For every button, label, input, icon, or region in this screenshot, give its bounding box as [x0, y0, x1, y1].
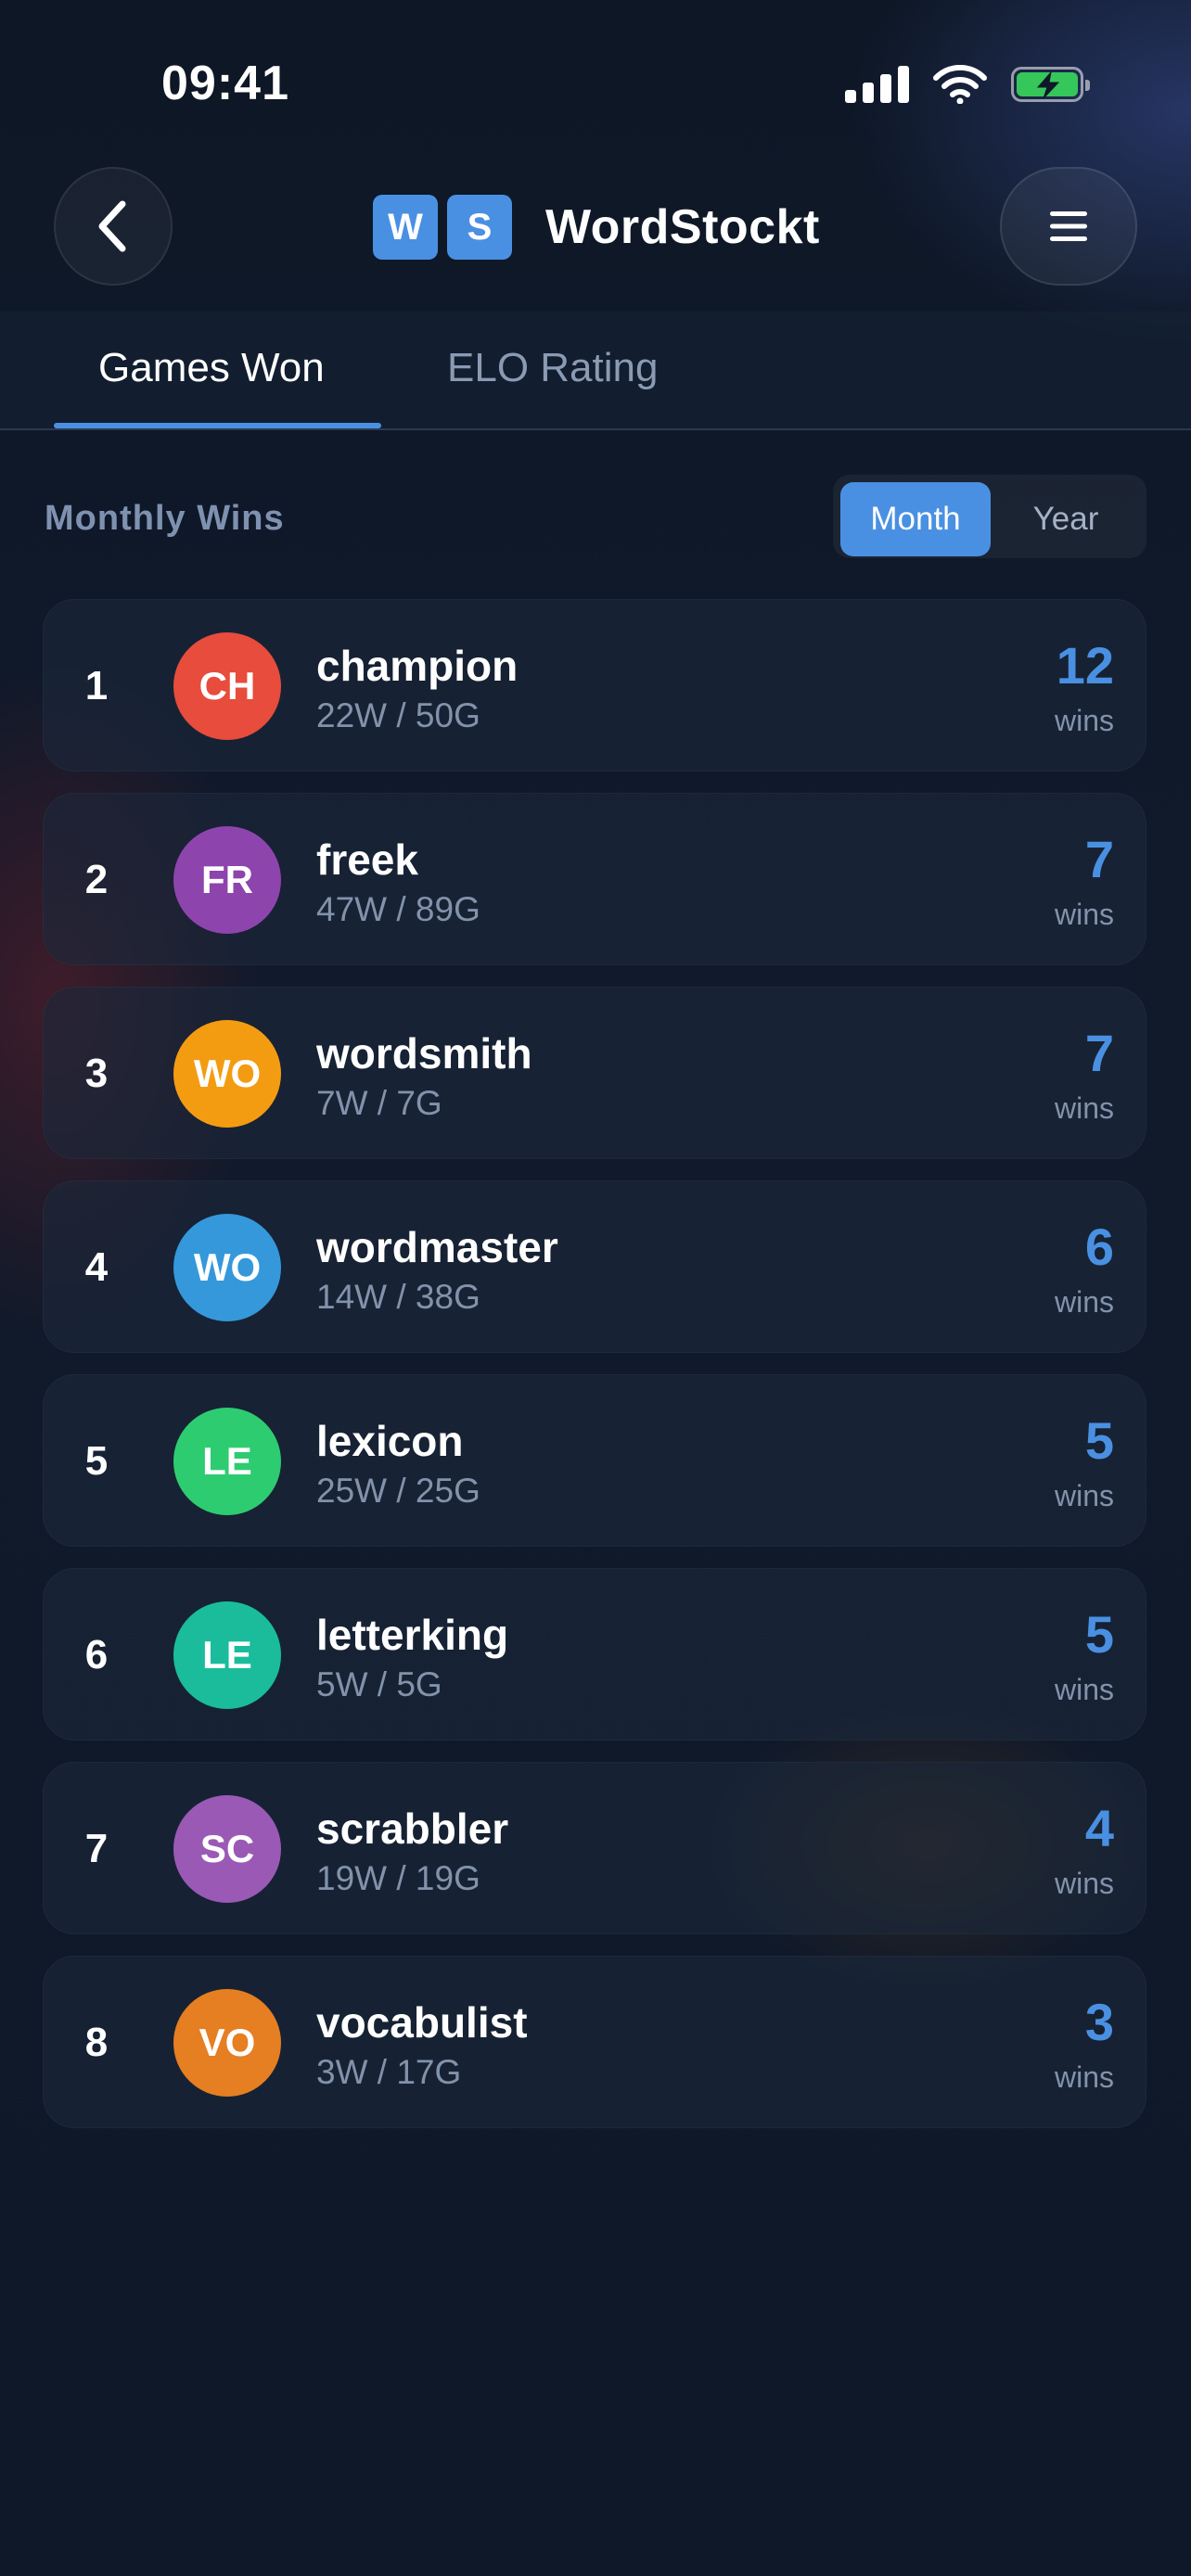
wins-count: 12 [1056, 636, 1114, 695]
player-record: 22W / 50G [316, 696, 480, 734]
wifi-icon [933, 65, 987, 104]
leaderboard-row[interactable]: 6 LE letterking 5W / 5G 5 wins [43, 1568, 1146, 1741]
app-logo: W S WordStockt [373, 195, 820, 260]
period-toggle: Month Year [833, 475, 1146, 558]
avatar: LE [173, 1408, 281, 1515]
player-name: wordsmith [316, 1029, 532, 1078]
player-record: 7W / 7G [316, 1084, 442, 1122]
player-name: champion [316, 642, 519, 690]
wins-label: wins [1054, 2060, 1114, 2094]
player-record: 14W / 38G [316, 1278, 480, 1316]
player-rank: 3 [84, 1051, 109, 1096]
leaderboard-row[interactable]: 3 WO wordsmith 7W / 7G 7 wins [43, 987, 1146, 1159]
wins-label: wins [1054, 898, 1114, 931]
player-rank: 5 [84, 1438, 109, 1484]
hamburger-menu-icon [1050, 211, 1087, 241]
back-button[interactable] [54, 167, 173, 286]
tab-bar: Games Won ELO Rating [0, 312, 1191, 430]
player-name: wordmaster [316, 1223, 558, 1271]
menu-button[interactable] [1000, 167, 1137, 286]
player-rank: 1 [84, 663, 109, 708]
player-name: lexicon [316, 1417, 464, 1465]
app-header: W S WordStockt [0, 167, 1191, 306]
wins-label: wins [1054, 1673, 1114, 1706]
player-rank: 6 [84, 1632, 109, 1677]
period-year-button[interactable]: Year [992, 482, 1139, 556]
player-name: vocabulist [316, 1998, 528, 2047]
period-month-button[interactable]: Month [840, 482, 991, 556]
wins-count: 4 [1084, 1799, 1114, 1857]
logo-tile-s: S [447, 195, 512, 260]
wins-label: wins [1054, 1479, 1114, 1512]
player-rank: 4 [84, 1244, 109, 1290]
wins-count: 7 [1084, 1024, 1114, 1082]
avatar: CH [173, 632, 281, 740]
status-time: 09:41 [161, 57, 289, 110]
avatar: WO [173, 1020, 281, 1128]
avatar: VO [173, 1989, 281, 2097]
player-record: 3W / 17G [316, 2053, 462, 2091]
wins-count: 6 [1084, 1218, 1114, 1276]
player-record: 19W / 19G [316, 1859, 480, 1897]
tab-games-won[interactable]: Games Won [98, 345, 325, 391]
leaderboard-row[interactable]: 8 VO vocabulist 3W / 17G 3 wins [43, 1956, 1146, 2128]
player-rank: 2 [84, 857, 109, 902]
player-name: freek [316, 835, 418, 884]
status-icons [845, 65, 1090, 104]
tab-elo-rating[interactable]: ELO Rating [447, 345, 658, 391]
logo-tile-w: W [373, 195, 438, 260]
leaderboard-list: 1 CH champion 22W / 50G 12 wins 2 FR fre… [43, 599, 1146, 2149]
avatar: FR [173, 826, 281, 934]
wins-label: wins [1054, 1285, 1114, 1319]
player-record: 25W / 25G [316, 1472, 480, 1510]
app-title: WordStockt [545, 200, 820, 254]
signal-icon [845, 66, 909, 103]
player-record: 5W / 5G [316, 1665, 442, 1703]
leaderboard-row[interactable]: 1 CH champion 22W / 50G 12 wins [43, 599, 1146, 772]
player-rank: 8 [84, 2020, 109, 2065]
wins-label: wins [1054, 704, 1114, 737]
chevron-left-icon [98, 200, 126, 252]
avatar: LE [173, 1601, 281, 1709]
avatar: WO [173, 1214, 281, 1321]
wins-count: 5 [1084, 1605, 1114, 1664]
wins-count: 5 [1084, 1411, 1114, 1470]
player-name: scrabbler [316, 1804, 509, 1853]
section-title: Monthly Wins [45, 499, 285, 538]
battery-charging-icon [1011, 67, 1090, 102]
wins-count: 7 [1084, 830, 1114, 888]
active-tab-indicator [54, 423, 381, 428]
leaderboard-row[interactable]: 5 LE lexicon 25W / 25G 5 wins [43, 1374, 1146, 1547]
wins-label: wins [1054, 1867, 1114, 1900]
player-rank: 7 [84, 1826, 109, 1871]
leaderboard-row[interactable]: 2 FR freek 47W / 89G 7 wins [43, 793, 1146, 965]
wins-count: 3 [1084, 1993, 1114, 2051]
status-bar: 09:41 [0, 0, 1191, 176]
leaderboard-row[interactable]: 7 SC scrabbler 19W / 19G 4 wins [43, 1762, 1146, 1934]
wins-label: wins [1054, 1091, 1114, 1125]
player-name: letterking [316, 1611, 509, 1659]
avatar: SC [173, 1795, 281, 1903]
player-record: 47W / 89G [316, 890, 480, 928]
leaderboard-row[interactable]: 4 WO wordmaster 14W / 38G 6 wins [43, 1180, 1146, 1353]
